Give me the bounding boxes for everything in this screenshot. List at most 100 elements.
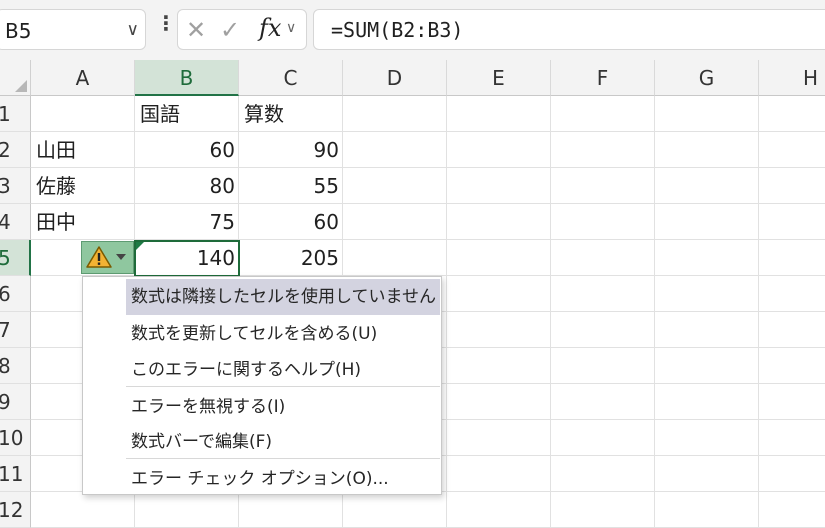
cell-b2[interactable]: 60 — [135, 132, 239, 168]
cell-d4[interactable] — [343, 204, 447, 240]
menu-item-error-checking-options[interactable]: エラー チェック オプション(O)... — [126, 461, 440, 497]
cell-h1[interactable] — [759, 96, 825, 132]
cell-f5[interactable] — [551, 240, 655, 276]
menu-item-ignore-error[interactable]: エラーを無視する(I) — [126, 389, 440, 425]
cell-g9[interactable] — [655, 384, 759, 420]
select-all-corner[interactable] — [0, 60, 31, 96]
cell-h12[interactable] — [759, 492, 825, 528]
column-header-h[interactable]: H — [759, 60, 825, 96]
row-header-9[interactable]: 9 — [0, 384, 31, 420]
cell-e3[interactable] — [447, 168, 551, 204]
cell-g3[interactable] — [655, 168, 759, 204]
cell-e8[interactable] — [447, 348, 551, 384]
menu-item-edit-in-formula-bar[interactable]: 数式バーで編集(F) — [126, 424, 440, 460]
cancel-x-icon[interactable]: ✕ — [186, 16, 206, 44]
column-header-b[interactable]: B — [135, 60, 239, 96]
cell-g2[interactable] — [655, 132, 759, 168]
cell-g12[interactable] — [655, 492, 759, 528]
chevron-down-icon[interactable]: ∨ — [127, 20, 139, 40]
row-header-8[interactable]: 8 — [0, 348, 31, 384]
column-header-a[interactable]: A — [31, 60, 135, 96]
cell-b4[interactable]: 75 — [135, 204, 239, 240]
column-header-c[interactable]: C — [239, 60, 343, 96]
cell-e11[interactable] — [447, 456, 551, 492]
cell-f10[interactable] — [551, 420, 655, 456]
cell-d5[interactable] — [343, 240, 447, 276]
menu-item-inconsistent-formula[interactable]: 数式は隣接したセルを使用していません — [126, 279, 440, 315]
cell-h5[interactable] — [759, 240, 825, 276]
cell-g10[interactable] — [655, 420, 759, 456]
cell-a3[interactable]: 佐藤 — [31, 168, 135, 204]
cell-e5[interactable] — [447, 240, 551, 276]
cell-d1[interactable] — [343, 96, 447, 132]
cell-c3[interactable]: 55 — [239, 168, 343, 204]
cell-a2[interactable]: 山田 — [31, 132, 135, 168]
formula-input[interactable]: =SUM(B2:B3) — [313, 9, 825, 50]
row-header-7[interactable]: 7 — [0, 312, 31, 348]
cell-g4[interactable] — [655, 204, 759, 240]
cell-b1[interactable]: 国語 — [135, 96, 239, 132]
row-header-11[interactable]: 11 — [0, 456, 31, 492]
cell-f8[interactable] — [551, 348, 655, 384]
cell-e6[interactable] — [447, 276, 551, 312]
cell-g8[interactable] — [655, 348, 759, 384]
cell-h10[interactable] — [759, 420, 825, 456]
cell-c12[interactable] — [239, 492, 343, 528]
cell-f9[interactable] — [551, 384, 655, 420]
column-header-d[interactable]: D — [343, 60, 447, 96]
enter-checkmark-icon[interactable]: ✓ — [220, 16, 240, 44]
cell-g1[interactable] — [655, 96, 759, 132]
cell-e9[interactable] — [447, 384, 551, 420]
cell-e1[interactable] — [447, 96, 551, 132]
cell-a12[interactable] — [31, 492, 135, 528]
cell-b5[interactable]: 140 — [135, 240, 239, 276]
cell-h2[interactable] — [759, 132, 825, 168]
cell-f12[interactable] — [551, 492, 655, 528]
cell-d3[interactable] — [343, 168, 447, 204]
error-options-button[interactable] — [81, 241, 134, 274]
cell-d2[interactable] — [343, 132, 447, 168]
cell-g5[interactable] — [655, 240, 759, 276]
row-header-1[interactable]: 1 — [0, 96, 31, 132]
column-header-e[interactable]: E — [447, 60, 551, 96]
cell-g6[interactable] — [655, 276, 759, 312]
row-header-10[interactable]: 10 — [0, 420, 31, 456]
cell-d12[interactable] — [343, 492, 447, 528]
row-header-2[interactable]: 2 — [0, 132, 31, 168]
cell-e12[interactable] — [447, 492, 551, 528]
cell-f7[interactable] — [551, 312, 655, 348]
chevron-down-icon[interactable]: ∨ — [286, 20, 296, 36]
row-header-6[interactable]: 6 — [0, 276, 31, 312]
cell-f6[interactable] — [551, 276, 655, 312]
cell-f2[interactable] — [551, 132, 655, 168]
cell-b12[interactable] — [135, 492, 239, 528]
cell-c4[interactable]: 60 — [239, 204, 343, 240]
cell-e10[interactable] — [447, 420, 551, 456]
row-header-4[interactable]: 4 — [0, 204, 31, 240]
cell-h11[interactable] — [759, 456, 825, 492]
cell-h7[interactable] — [759, 312, 825, 348]
row-header-5[interactable]: 5 — [0, 240, 31, 276]
cell-h4[interactable] — [759, 204, 825, 240]
menu-item-update-formula[interactable]: 数式を更新してセルを含める(U) — [126, 316, 440, 352]
cell-h6[interactable] — [759, 276, 825, 312]
cell-f11[interactable] — [551, 456, 655, 492]
cell-h3[interactable] — [759, 168, 825, 204]
cell-b3[interactable]: 80 — [135, 168, 239, 204]
more-options-icon[interactable]: ⋮ — [156, 11, 176, 35]
cell-e2[interactable] — [447, 132, 551, 168]
cell-c2[interactable]: 90 — [239, 132, 343, 168]
cell-e4[interactable] — [447, 204, 551, 240]
cell-a1[interactable] — [31, 96, 135, 132]
cell-h8[interactable] — [759, 348, 825, 384]
row-header-12[interactable]: 12 — [0, 492, 31, 528]
cell-f4[interactable] — [551, 204, 655, 240]
cell-f3[interactable] — [551, 168, 655, 204]
cell-g11[interactable] — [655, 456, 759, 492]
menu-item-help[interactable]: このエラーに関するヘルプ(H) — [126, 352, 440, 388]
cell-e7[interactable] — [447, 312, 551, 348]
cell-a4[interactable]: 田中 — [31, 204, 135, 240]
column-header-f[interactable]: F — [551, 60, 655, 96]
cell-h9[interactable] — [759, 384, 825, 420]
row-header-3[interactable]: 3 — [0, 168, 31, 204]
